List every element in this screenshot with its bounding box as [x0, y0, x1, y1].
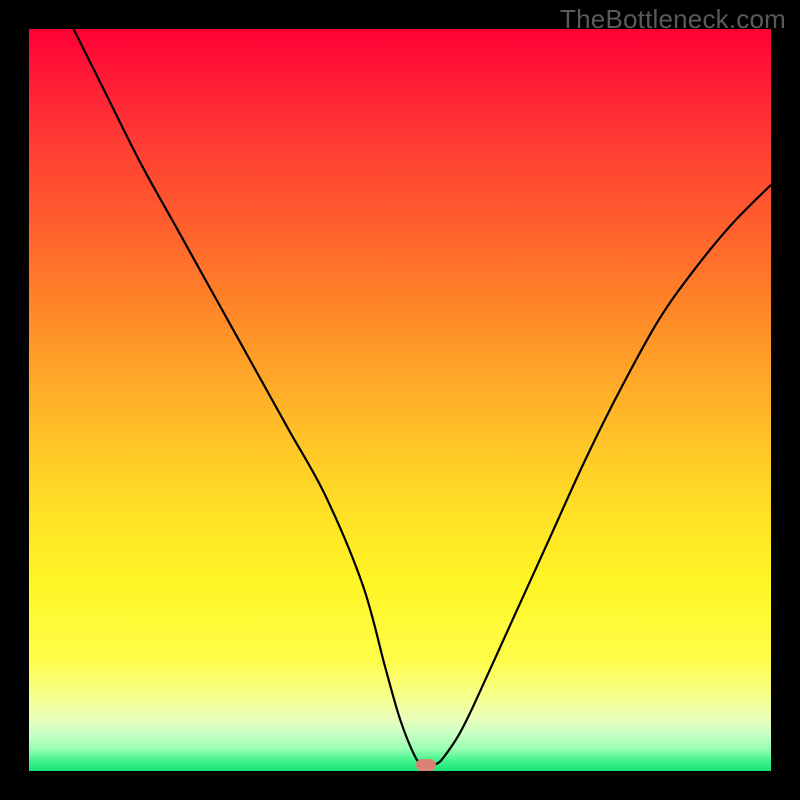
watermark-text: TheBottleneck.com [560, 4, 786, 35]
optimum-marker [416, 759, 436, 771]
bottleneck-curve [29, 29, 771, 771]
plot-area [29, 29, 771, 771]
curve-path [74, 29, 771, 764]
chart-frame: TheBottleneck.com [0, 0, 800, 800]
